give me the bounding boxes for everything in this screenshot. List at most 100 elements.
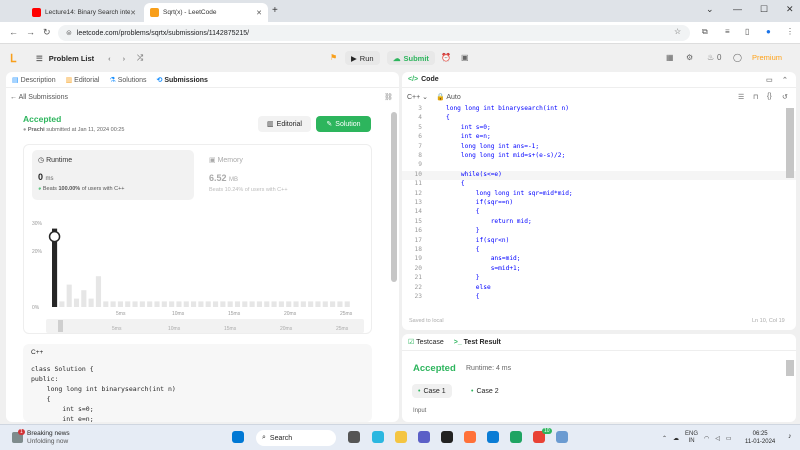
browser-tab-youtube[interactable]: Lecture14: Binary Search interv... ✕ bbox=[26, 3, 142, 22]
forward-icon[interactable]: → bbox=[26, 27, 35, 37]
new-tab-button[interactable]: + bbox=[272, 5, 278, 16]
problem-list-nav[interactable]: ☰ Problem List ‹ › ⤮ bbox=[36, 53, 143, 63]
side-panel-icon[interactable]: ▯ bbox=[745, 27, 749, 36]
notifications-bell-icon[interactable]: ♪ bbox=[788, 433, 792, 440]
chart-bar[interactable] bbox=[125, 301, 131, 307]
layout-icon[interactable]: ▦ bbox=[666, 53, 674, 62]
chart-bar[interactable] bbox=[191, 301, 197, 307]
settings-gear-icon[interactable]: ⚙ bbox=[686, 53, 693, 62]
debug-icon[interactable]: ⚑ bbox=[330, 53, 337, 62]
chart-bar[interactable] bbox=[220, 301, 226, 307]
chart-bar[interactable] bbox=[242, 301, 248, 307]
runtime-box[interactable]: ◷ Runtime 0 ms ◕ Beats 100.00% of users … bbox=[32, 150, 194, 200]
chart-bar[interactable] bbox=[322, 301, 328, 307]
back-icon[interactable]: ← bbox=[9, 27, 18, 37]
tab-editorial[interactable]: ▥ Editorial bbox=[66, 76, 100, 84]
onedrive-icon[interactable]: ☁ bbox=[673, 435, 679, 442]
case-2-tab[interactable]: • Case 2 bbox=[465, 384, 505, 398]
chart-bar[interactable] bbox=[59, 301, 65, 307]
close-tab-icon[interactable]: ✕ bbox=[256, 9, 262, 17]
chart-bar[interactable] bbox=[264, 301, 270, 307]
clock[interactable]: 06:25 11-01-2024 bbox=[745, 430, 775, 446]
chart-bar[interactable] bbox=[103, 301, 109, 307]
language-select[interactable]: C++ ⌄ bbox=[407, 93, 428, 101]
tab-search-icon[interactable]: ⌄ bbox=[706, 4, 714, 15]
reading-list-icon[interactable]: ≡ bbox=[725, 27, 730, 36]
browser-tab-leetcode[interactable]: Sqrt(x) - LeetCode ✕ bbox=[144, 3, 268, 22]
close-tab-icon[interactable]: ✕ bbox=[130, 9, 136, 17]
streak-fire-icon[interactable]: ♨ bbox=[707, 53, 714, 62]
reload-icon[interactable]: ↻ bbox=[43, 27, 51, 38]
code-editor[interactable]: 3 long long int binarysearch(int n) 4{5 in… bbox=[402, 105, 796, 315]
windows-start-icon[interactable] bbox=[232, 431, 244, 443]
run-button[interactable]: ▶ Run bbox=[345, 51, 380, 65]
chart-bar[interactable] bbox=[81, 290, 87, 307]
file-explorer-icon[interactable] bbox=[395, 431, 407, 443]
chart-bar[interactable] bbox=[198, 301, 204, 307]
random-problem-icon[interactable]: ⤮ bbox=[137, 53, 143, 63]
chart-bar[interactable] bbox=[154, 301, 160, 307]
next-problem-icon[interactable]: › bbox=[123, 54, 126, 63]
autocomplete-toggle[interactable]: 🔒 Auto bbox=[436, 93, 461, 101]
chart-bar[interactable] bbox=[234, 301, 241, 307]
news-widget[interactable]: Breaking news Unfolding now bbox=[27, 430, 70, 446]
url-field[interactable]: ⊜ leetcode.com/problems/sqrtx/submission… bbox=[58, 25, 690, 41]
menu-icon[interactable]: ⋮ bbox=[786, 27, 794, 36]
volume-icon[interactable]: ◁ bbox=[715, 435, 720, 442]
copilot-icon[interactable] bbox=[372, 431, 384, 443]
chart-bar[interactable] bbox=[344, 301, 350, 307]
chart-bar[interactable] bbox=[88, 298, 94, 307]
chart-bar[interactable] bbox=[249, 301, 255, 307]
chart-bar[interactable] bbox=[117, 301, 123, 307]
chart-bar[interactable] bbox=[147, 301, 153, 307]
chart-bar[interactable] bbox=[183, 301, 189, 307]
close-window-button[interactable]: ✕ bbox=[786, 4, 794, 15]
range-selector[interactable] bbox=[46, 319, 364, 333]
chevron-up-icon[interactable]: ⌃ bbox=[662, 435, 667, 442]
chart-bar[interactable] bbox=[139, 301, 145, 307]
prev-problem-icon[interactable]: ‹ bbox=[108, 54, 111, 63]
memory-label[interactable]: ▣ Memory bbox=[209, 156, 243, 164]
task-view-icon[interactable] bbox=[348, 431, 360, 443]
whatsapp-icon[interactable] bbox=[510, 431, 522, 443]
bookmark-star-icon[interactable]: ☆ bbox=[674, 27, 681, 36]
chart-bar[interactable] bbox=[271, 301, 277, 307]
wifi-icon[interactable]: ◠ bbox=[704, 435, 709, 442]
left-scrollbar[interactable] bbox=[391, 112, 397, 282]
chart-bar[interactable] bbox=[110, 301, 116, 307]
format-icon[interactable]: ☰ bbox=[738, 93, 744, 101]
profile-icon[interactable]: ● bbox=[766, 27, 771, 36]
leetcode-logo-icon[interactable]: ᒪ bbox=[10, 52, 20, 65]
language-indicator[interactable]: ENG IN bbox=[685, 431, 698, 445]
chart-bar[interactable] bbox=[161, 301, 167, 307]
tab-solutions[interactable]: ⚗ Solutions bbox=[109, 76, 146, 84]
extensions-icon[interactable]: ⧉ bbox=[702, 27, 708, 37]
chart-bar[interactable] bbox=[227, 301, 233, 307]
editor-scrollbar[interactable] bbox=[786, 108, 794, 178]
chart-bar[interactable] bbox=[176, 301, 182, 307]
solution-button[interactable]: ✎ Solution bbox=[316, 116, 371, 132]
link-icon[interactable]: ⛓ bbox=[384, 93, 393, 101]
chart-bar[interactable] bbox=[300, 301, 306, 307]
reset-icon[interactable]: ↺ bbox=[782, 93, 788, 101]
chart-bar[interactable] bbox=[256, 301, 262, 307]
taskbar-search[interactable]: ⌕ Search bbox=[256, 430, 336, 446]
bookmark-icon[interactable]: ⊓ bbox=[753, 93, 758, 101]
tab-submissions[interactable]: ⟲ Submissions bbox=[157, 76, 208, 84]
firefox-icon[interactable] bbox=[464, 431, 476, 443]
chart-bar[interactable] bbox=[293, 301, 299, 307]
chart-bar[interactable] bbox=[205, 301, 211, 307]
user-avatar[interactable]: ◯ bbox=[733, 53, 742, 62]
tab-testcase[interactable]: ☑ Testcase bbox=[408, 338, 444, 346]
battery-icon[interactable]: ▭ bbox=[726, 435, 732, 442]
chart-bar[interactable] bbox=[132, 301, 138, 307]
tiktok-icon[interactable] bbox=[441, 431, 453, 443]
notes-icon[interactable]: ▣ bbox=[461, 53, 469, 62]
more-icon[interactable]: ⌃ bbox=[782, 76, 788, 84]
chart-bar[interactable] bbox=[212, 301, 219, 307]
maximize-button[interactable]: ☐ bbox=[760, 4, 768, 15]
chart-bar[interactable] bbox=[66, 284, 72, 307]
chart-bar[interactable] bbox=[278, 301, 284, 307]
chart-bar[interactable] bbox=[330, 301, 336, 307]
chart-bar[interactable] bbox=[73, 298, 80, 307]
